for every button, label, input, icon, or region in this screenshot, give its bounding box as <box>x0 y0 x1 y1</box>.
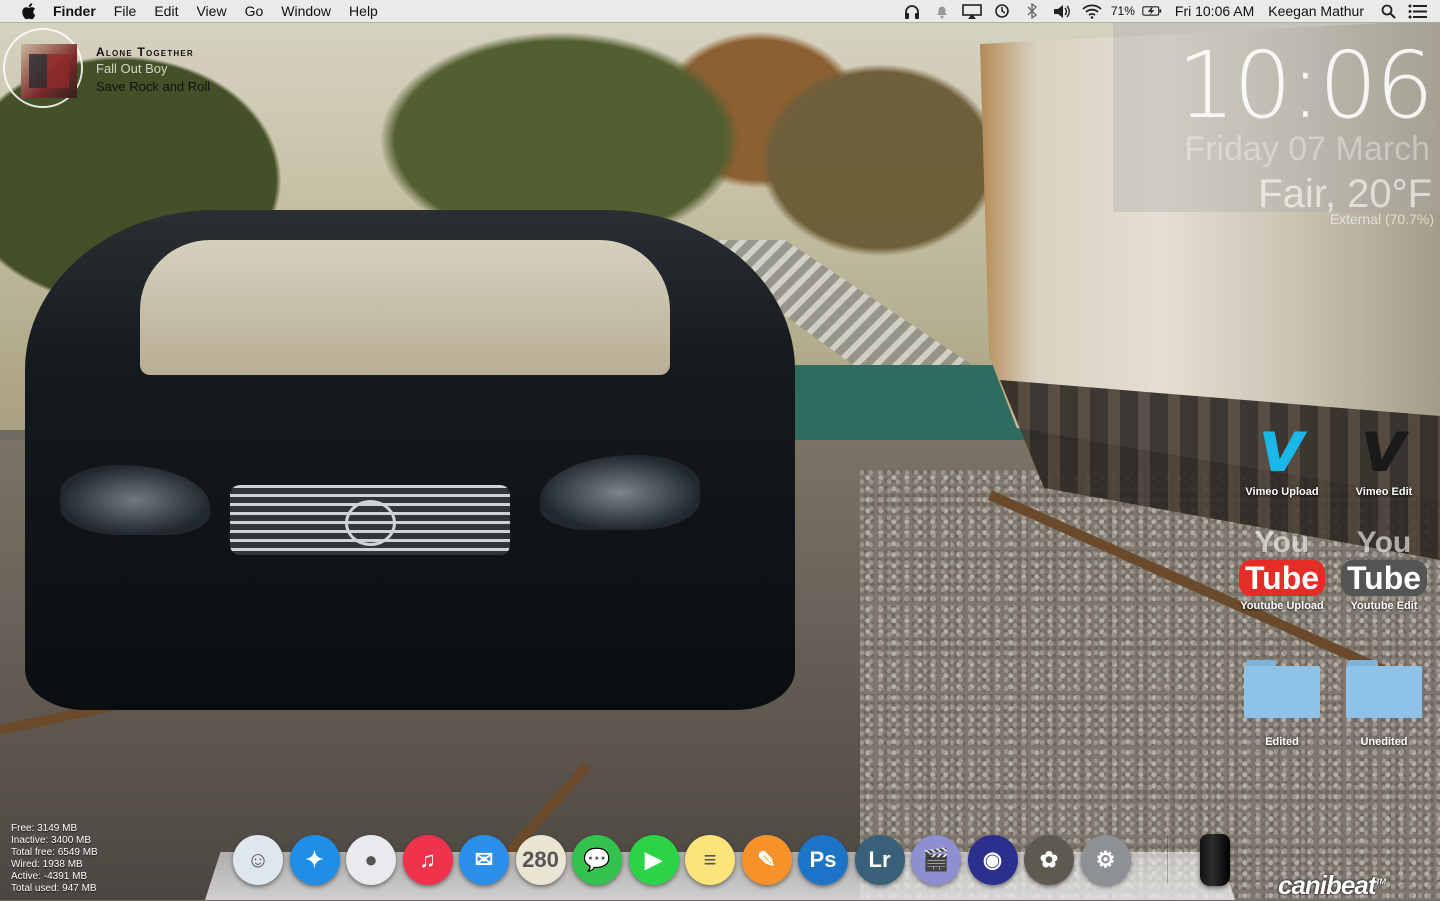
dock-item-glyph: ✉ <box>474 847 494 872</box>
menu-go[interactable]: Go <box>245 3 264 19</box>
notification-center-icon[interactable] <box>1408 3 1428 19</box>
vimeo-icon: v <box>1258 404 1306 488</box>
canibeat-logo: canibeatTM <box>1278 870 1386 900</box>
messages-icon[interactable]: 💬 <box>572 835 622 885</box>
safari-icon[interactable]: ✦ <box>289 835 340 885</box>
desktop-icon-label: Youtube Edit <box>1350 600 1418 612</box>
desktop-icon-edited[interactable]: Edited <box>1234 660 1330 748</box>
clock-time: 10:06 <box>1176 32 1434 139</box>
dock-item-glyph: 💬 <box>583 847 611 872</box>
maps-icon[interactable]: 280 <box>515 835 566 885</box>
vimeo-icon: v <box>1360 404 1408 488</box>
desktop-icon-label: Youtube Upload <box>1240 600 1324 612</box>
final-cut-icon[interactable]: 🎬 <box>911 835 961 885</box>
wallpaper-car-windshield <box>140 240 670 375</box>
menu-file[interactable]: File <box>114 3 137 19</box>
dock-item-glyph: ● <box>364 847 378 872</box>
wifi-icon[interactable] <box>1082 3 1102 19</box>
mail-icon[interactable]: ✉ <box>459 835 509 885</box>
desktop-icon-label: Vimeo Edit <box>1355 486 1413 498</box>
dock-separator <box>1167 836 1168 884</box>
desktop-icon-label: Unedited <box>1360 736 1408 748</box>
dock: ☺ ✦ ● ♫ ✉ 280 💬 ▶ ≡ ✎ Ps Lr 🎬 ◉ ✿ ⚙ <box>233 833 1230 887</box>
gimp-icon[interactable]: ✿ <box>1024 835 1074 885</box>
menubar-clock[interactable]: Fri 10:06 AM <box>1175 3 1254 19</box>
airplay-icon[interactable] <box>962 3 982 19</box>
facetime-icon[interactable]: ▶ <box>628 835 679 885</box>
chrome-icon[interactable]: ● <box>346 835 396 885</box>
dock-item-glyph: 280 <box>522 847 559 872</box>
desktop-icon-youtube-upload[interactable]: You Tube Youtube Upload <box>1234 528 1330 612</box>
clock-battery: External (70.7%) <box>1329 211 1434 227</box>
menu-app-name[interactable]: Finder <box>53 3 96 19</box>
audio-app-icon[interactable]: ◉ <box>967 835 1018 885</box>
memory-total-free: Total free: 6549 MB <box>11 847 98 858</box>
desktop-icon-youtube-edit[interactable]: You Tube Youtube Edit <box>1336 528 1432 612</box>
dock-item-glyph: ☺ <box>246 847 270 872</box>
desktop-icon-label: Edited <box>1265 736 1299 748</box>
dock-item-glyph: ✿ <box>1039 847 1059 872</box>
youtube-icon: You Tube <box>1238 528 1326 596</box>
itunes-icon[interactable]: ♫ <box>402 835 453 885</box>
desktop-icon-unedited[interactable]: Unedited <box>1336 660 1432 748</box>
menu-view[interactable]: View <box>196 3 226 19</box>
lightroom-icon[interactable]: Lr <box>854 835 905 885</box>
now-playing-artist: Fall Out Boy <box>96 61 168 76</box>
clock-date: Friday 07 March <box>1184 130 1430 168</box>
memory-active: Active: -4391 MB <box>11 871 88 882</box>
dock-item-glyph: Lr <box>868 847 891 872</box>
memory-stats: Free: 3149 MB Inactive: 3400 MB Total fr… <box>11 823 98 895</box>
now-playing-album: Save Rock and Roll <box>96 79 211 94</box>
trash-icon[interactable] <box>1200 834 1230 886</box>
volume-icon[interactable] <box>1052 3 1072 19</box>
dock-item-glyph: ✎ <box>757 847 776 872</box>
apple-menu-icon[interactable] <box>19 2 37 20</box>
status-menus: 71% Fri 10:06 AM Keegan Mathur <box>897 0 1440 22</box>
battery-icon[interactable] <box>1142 3 1162 19</box>
dock-item-glyph: Ps <box>809 847 837 872</box>
dock-item-glyph: 🎬 <box>922 847 950 872</box>
pages-icon[interactable]: ✎ <box>741 835 792 885</box>
menu-window[interactable]: Window <box>281 3 331 19</box>
notification-icon[interactable] <box>932 3 952 19</box>
desktop-icon-vimeo-edit[interactable]: v Vimeo Edit <box>1336 410 1432 498</box>
memory-wired: Wired: 1938 MB <box>11 859 83 870</box>
menubar-user[interactable]: Keegan Mathur <box>1268 3 1364 19</box>
dock-item-glyph: ♫ <box>419 847 436 872</box>
dock-item-glyph: ▶ <box>645 847 662 872</box>
now-playing-title: Alone Together <box>96 45 194 59</box>
menu-bar: Finder File Edit View Go Window Help 71% <box>0 0 1440 23</box>
finder-icon[interactable]: ☺ <box>233 835 283 885</box>
memory-inactive: Inactive: 3400 MB <box>11 835 92 846</box>
battery-percent: 71% <box>1110 4 1135 18</box>
dock-item-glyph: ✦ <box>305 847 324 872</box>
menu-help[interactable]: Help <box>349 3 378 19</box>
notes-icon[interactable]: ≡ <box>685 835 735 885</box>
desktop-icon-vimeo-upload[interactable]: v Vimeo Upload <box>1234 410 1330 498</box>
menu-edit[interactable]: Edit <box>154 3 178 19</box>
system-preferences-icon[interactable]: ⚙ <box>1080 835 1131 885</box>
dock-item-glyph: ◉ <box>982 847 1003 872</box>
photoshop-icon[interactable]: Ps <box>798 835 848 885</box>
memory-free: Free: 3149 MB <box>11 823 78 834</box>
time-machine-icon[interactable] <box>992 3 1012 19</box>
album-art[interactable] <box>21 44 77 98</box>
wallpaper-car-logo <box>345 500 396 546</box>
youtube-icon: You Tube <box>1340 528 1428 596</box>
headphones-icon[interactable] <box>902 3 922 19</box>
folder-icon <box>1346 660 1422 718</box>
dock-item-glyph: ≡ <box>703 847 717 872</box>
memory-total-used: Total used: 947 MB <box>11 883 97 894</box>
bluetooth-icon[interactable] <box>1022 3 1042 19</box>
clock-widget: 10:06 Friday 07 March Fair, 20°F Externa… <box>1113 22 1440 227</box>
folder-icon <box>1244 660 1320 718</box>
spotlight-icon[interactable] <box>1378 3 1398 19</box>
dock-item-glyph: ⚙ <box>1095 847 1116 872</box>
desktop-icon-label: Vimeo Upload <box>1245 486 1319 498</box>
